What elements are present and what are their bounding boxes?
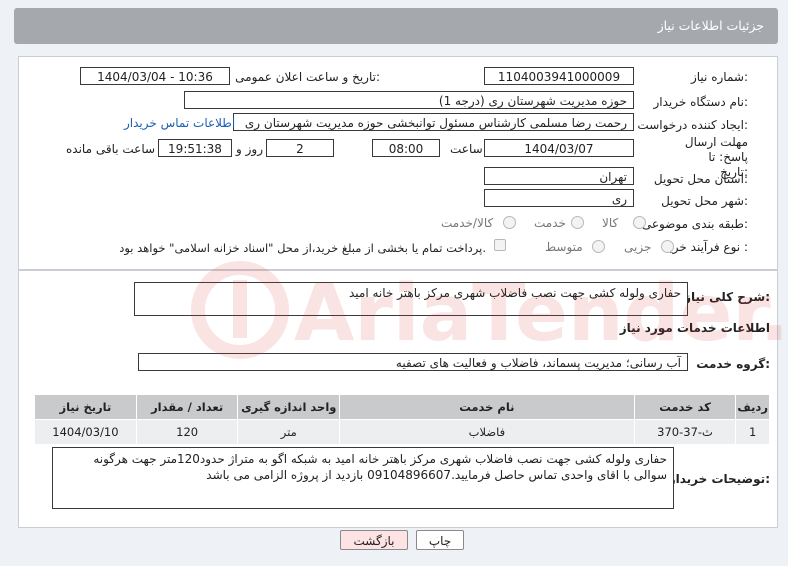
deadline-time-field: 08:00 [372, 139, 440, 157]
col-quantity: تعداد / مقدار [135, 394, 239, 420]
category-option-goods-service: کالا/خدمت [441, 216, 494, 230]
buyer-field: حوزه مدیریت شهرستان ری (درجه 1) [184, 91, 634, 109]
cell-service-code: ث-37-370 [633, 419, 737, 445]
buyer-contact-link[interactable]: اطلاعات تماس خریدار [124, 116, 235, 130]
services-table-header: تاریخ نیاز تعداد / مقدار واحد اندازه گیر… [34, 394, 770, 420]
services-table: تاریخ نیاز تعداد / مقدار واحد اندازه گیر… [34, 394, 770, 445]
cell-quantity: 120 [135, 419, 239, 445]
creator-field: رحمت رضا مسلمی کارشناس مسئول توانبخشی حو… [233, 113, 634, 131]
announce-field: 1404/03/04 - 10:36 [80, 67, 230, 85]
creator-label: ایجاد کننده درخواست: [637, 118, 748, 132]
service-group-field: آب رسانی؛ مدیریت پسماند، فاضلاب و فعالیت… [138, 353, 688, 371]
process-radio-minor[interactable] [661, 240, 674, 253]
table-row: 1404/03/10 120 متر فاضلاب ث-37-370 1 [34, 419, 770, 445]
summary-text: حفاری ولوله کشی جهت نصب فاضلاب شهری مرکز… [348, 286, 681, 300]
page-title: جزئیات اطلاعات نیاز [657, 18, 764, 33]
need-number-field: 1104003941000009 [484, 67, 634, 85]
col-row-number: ردیف [735, 394, 770, 420]
deadline-date-field: 1404/03/07 [484, 139, 634, 157]
category-radio-service[interactable] [571, 216, 584, 229]
cell-need-date: 1404/03/10 [34, 419, 137, 445]
category-label: طبقه بندی موضوعی: [641, 217, 748, 231]
col-service-code: کد خدمت [633, 394, 737, 420]
province-label: استان محل تحویل: [653, 172, 748, 186]
days-label: روز و [236, 142, 263, 156]
services-section-title: اطلاعات خدمات مورد نیاز [619, 321, 770, 335]
col-need-date: تاریخ نیاز [34, 394, 137, 420]
buyer-notes-label: توضیحات خریدار: [668, 472, 770, 486]
print-button[interactable]: چاپ [416, 530, 464, 550]
category-option-goods: کالا [602, 216, 619, 230]
city-field: ری [484, 189, 634, 207]
announce-label: تاریخ و ساعت اعلان عمومی: [235, 70, 380, 84]
category-radio-goods-service[interactable] [503, 216, 516, 229]
col-unit: واحد اندازه گیری [237, 394, 341, 420]
process-option-minor: جزیی [624, 240, 652, 254]
remaining-days-field: 2 [266, 139, 334, 157]
remaining-time-field: 19:51:38 [158, 139, 232, 157]
process-label: نوع فرآیند خرید : [663, 240, 748, 254]
cell-unit: متر [237, 419, 341, 445]
treasury-checkbox[interactable] [494, 239, 506, 251]
process-radio-medium[interactable] [592, 240, 605, 253]
summary-field: حفاری ولوله کشی جهت نصب فاضلاب شهری مرکز… [134, 282, 688, 316]
process-option-medium: متوسط [545, 240, 583, 254]
cell-service-name: فاضلاب [339, 419, 635, 445]
city-label: شهر محل تحویل: [661, 194, 748, 208]
deadline-time-label: ساعت [450, 142, 483, 156]
back-button[interactable]: بازگشت [340, 530, 408, 550]
category-radio-goods[interactable] [633, 216, 646, 229]
buyer-label: نام دستگاه خریدار: [653, 95, 749, 109]
summary-label: شرح کلی نیاز: [684, 290, 770, 304]
need-number-label: شماره نیاز: [690, 70, 748, 84]
col-service-name: نام خدمت [339, 394, 635, 420]
need-info-panel [18, 56, 778, 270]
category-option-service: خدمت [534, 216, 566, 230]
cell-row-number: 1 [735, 419, 770, 445]
province-field: تهران [484, 167, 634, 185]
page-header: جزئیات اطلاعات نیاز [14, 8, 778, 44]
remaining-label: ساعت باقی مانده [66, 142, 156, 156]
payment-note: پرداخت تمام یا بخشی از مبلغ خرید،از محل … [119, 241, 486, 255]
service-group-label: گروه خدمت: [696, 357, 770, 371]
buyer-notes-text: حفاری ولوله کشی جهت نصب فاضلاب شهری مرکز… [93, 452, 667, 482]
buyer-notes-field: حفاری ولوله کشی جهت نصب فاضلاب شهری مرکز… [52, 447, 674, 509]
